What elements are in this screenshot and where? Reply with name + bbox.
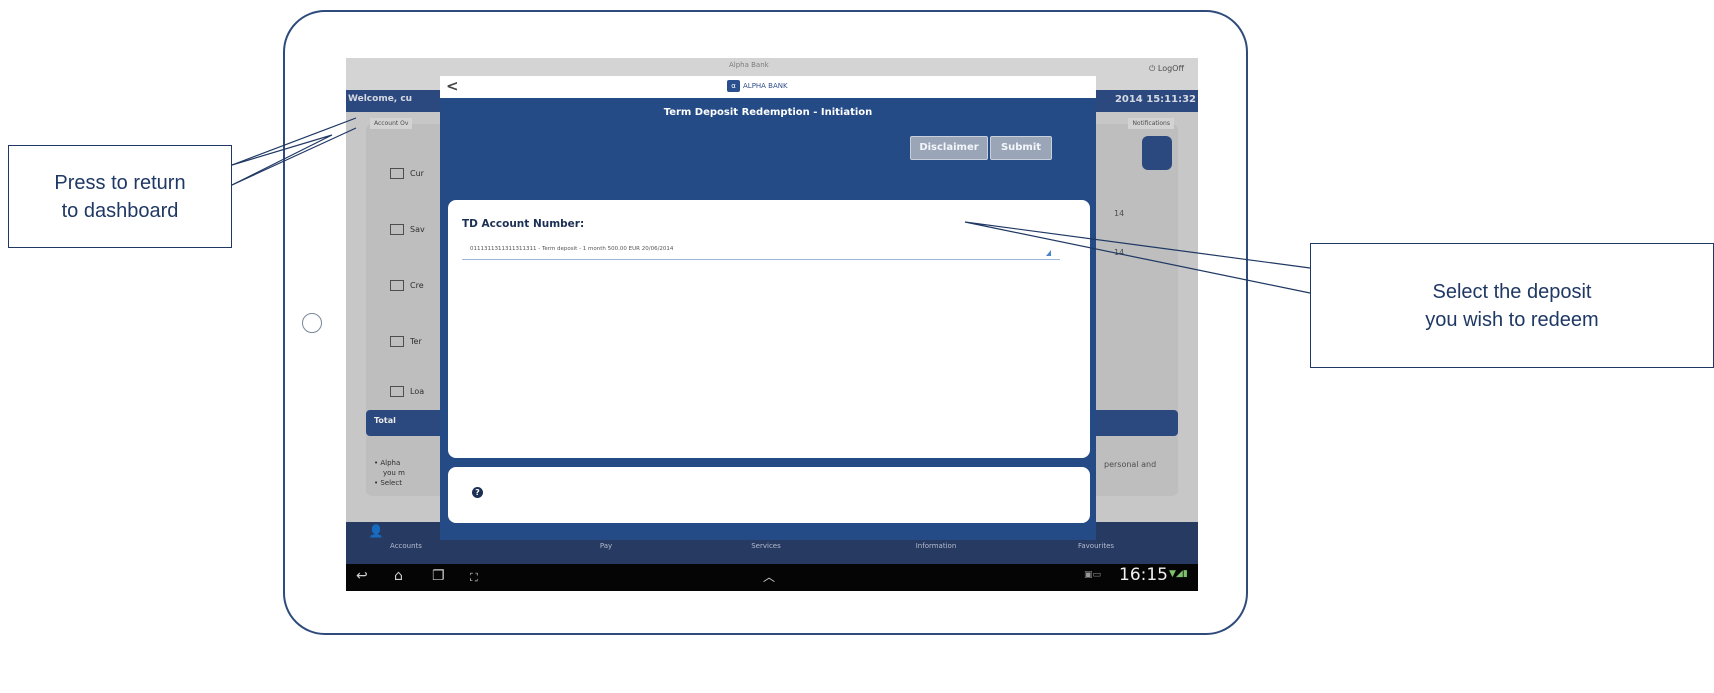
callout-return-dashboard: Press to return to dashboard bbox=[8, 145, 232, 248]
callout-text: Select the deposit you wish to redeem bbox=[1425, 280, 1599, 331]
callout-select-deposit: Select the deposit you wish to redeem bbox=[1310, 243, 1714, 368]
callout-text: Press to return to dashboard bbox=[54, 171, 186, 222]
